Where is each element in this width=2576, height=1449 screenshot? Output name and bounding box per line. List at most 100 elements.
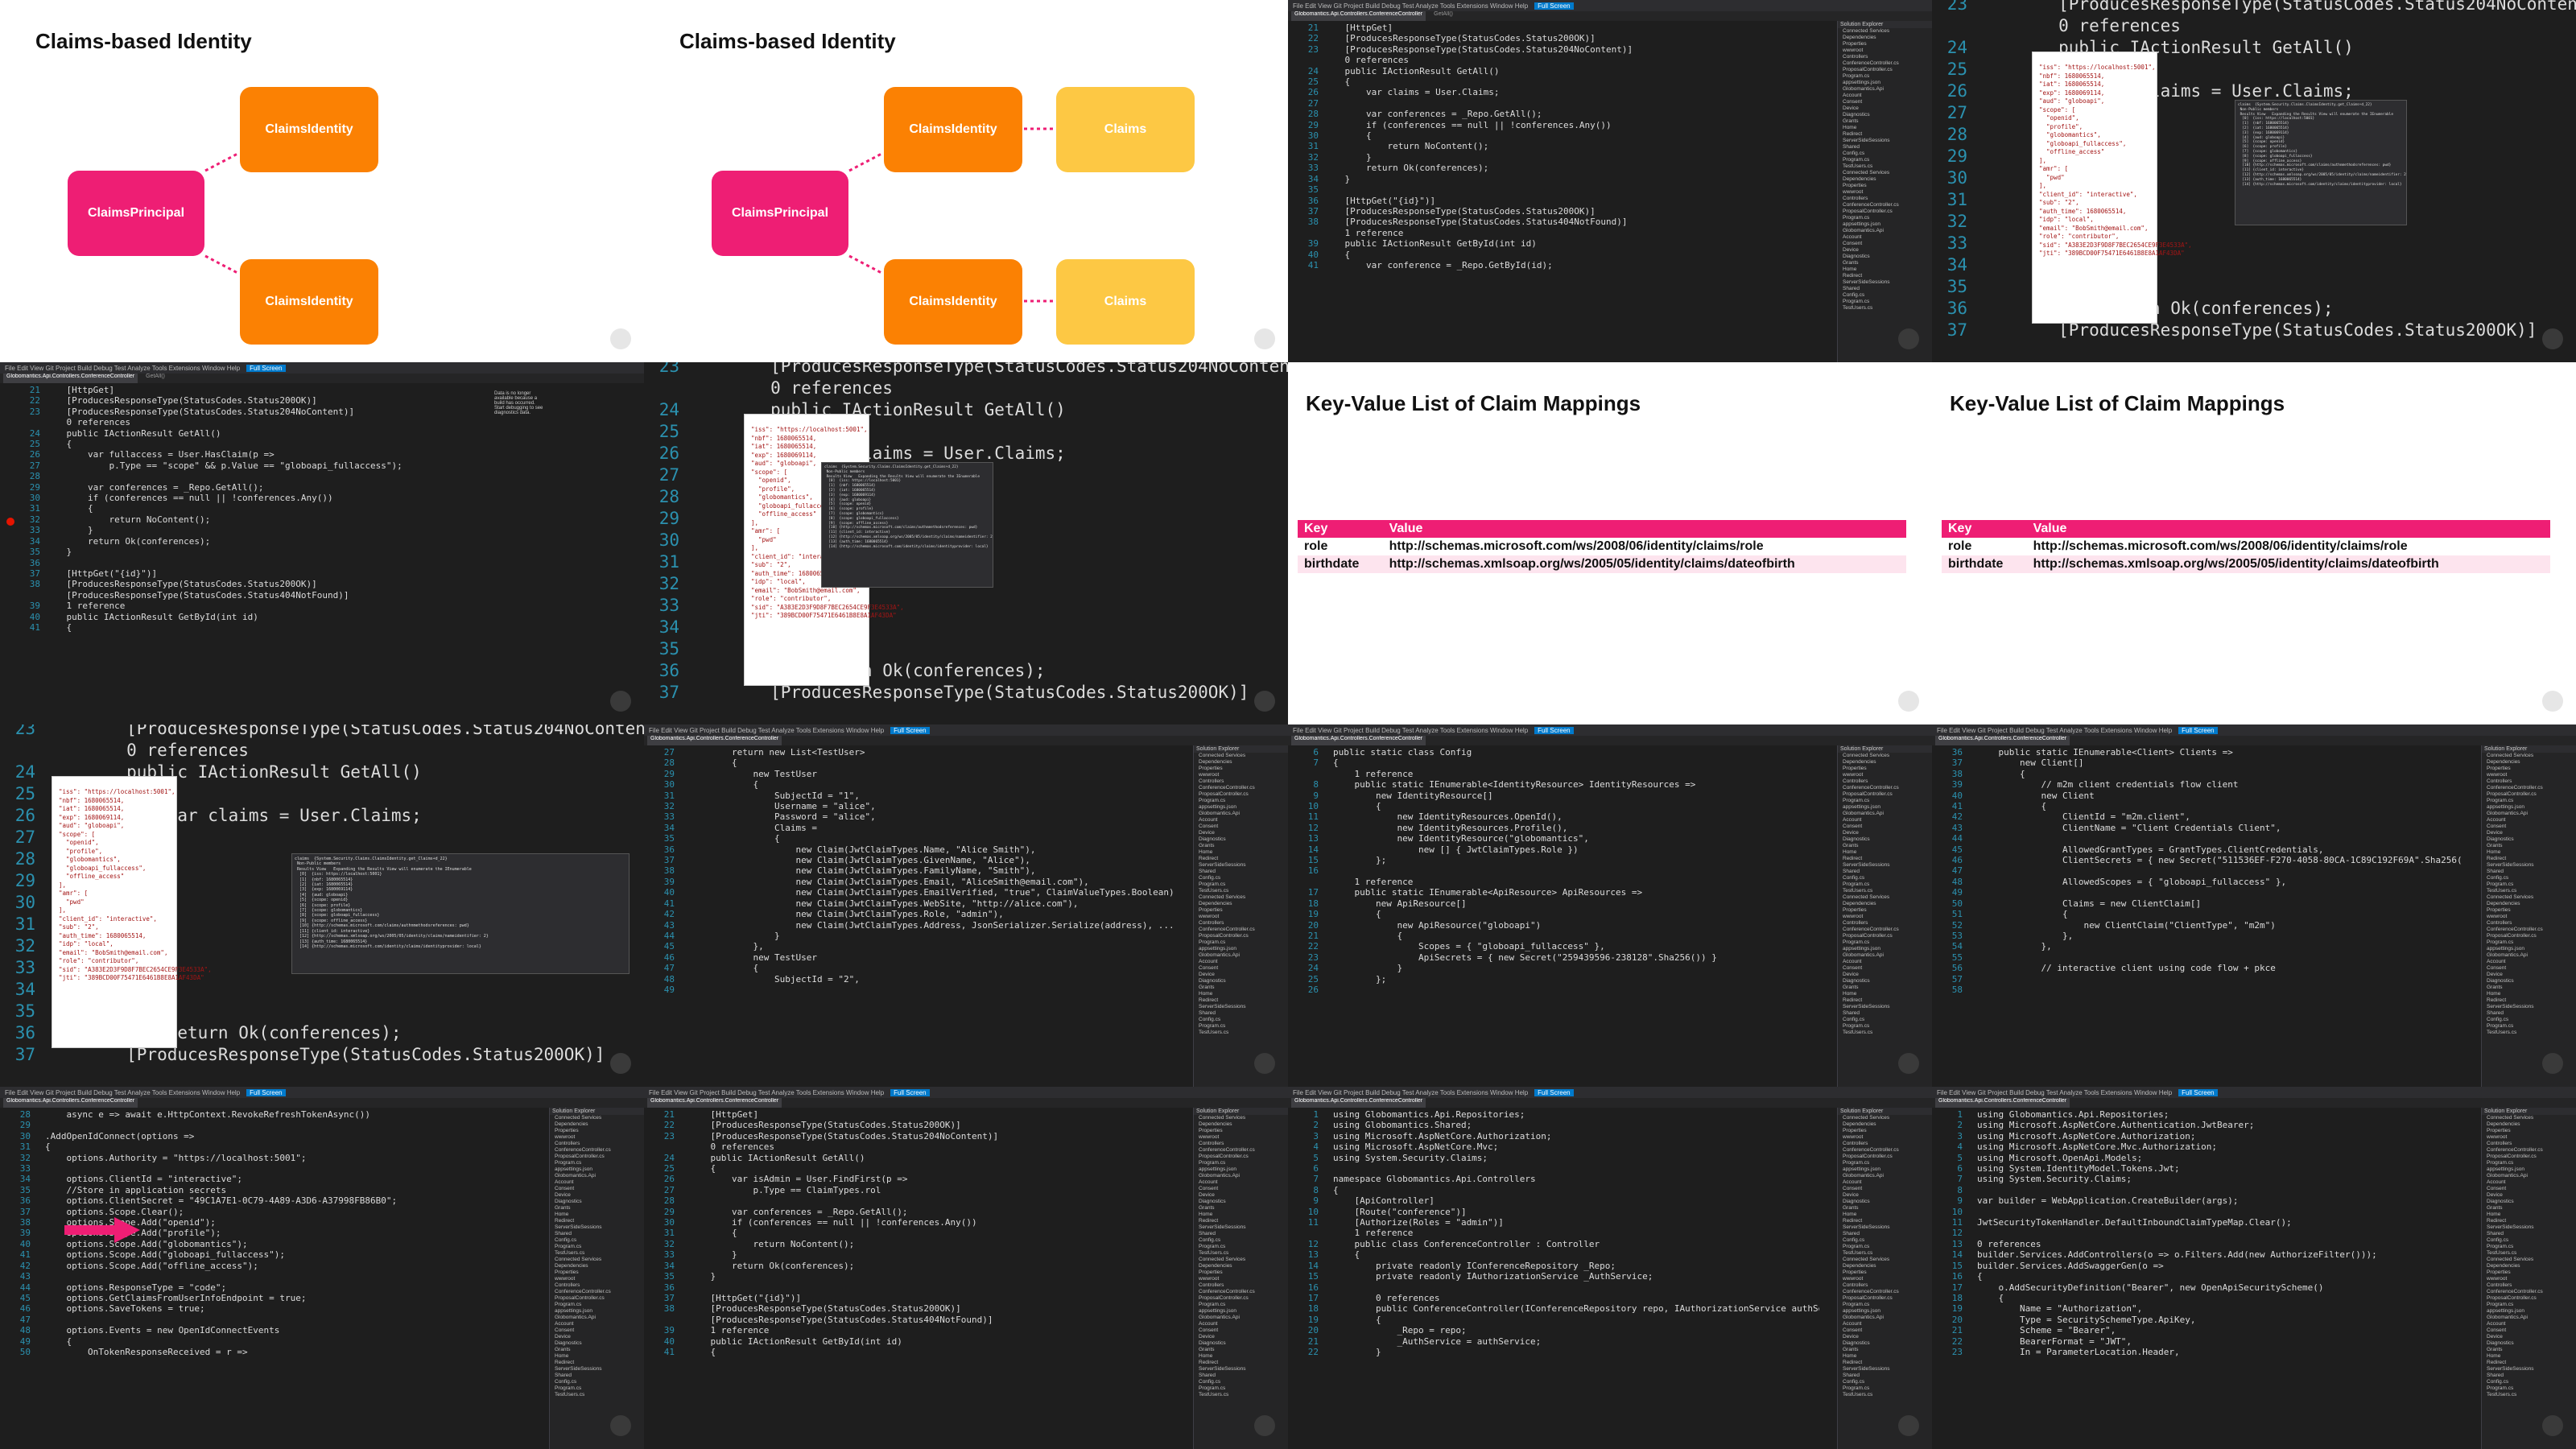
solution-item[interactable]: Dependencies: [2482, 1263, 2576, 1269]
solution-item[interactable]: Program.cs: [1194, 881, 1288, 888]
solution-item[interactable]: Redirect: [2482, 997, 2576, 1004]
solution-item[interactable]: Consent: [2482, 1327, 2576, 1334]
solution-item[interactable]: appsettings.json: [1838, 221, 1932, 228]
code-editor[interactable]: [HttpGet] [ProducesResponseType(StatusCo…: [45, 385, 486, 633]
solution-item[interactable]: ProposalController.cs: [550, 1295, 644, 1302]
solution-item[interactable]: Device: [2482, 972, 2576, 978]
solution-item[interactable]: Properties: [1838, 1269, 1932, 1276]
solution-item[interactable]: Consent: [2482, 824, 2576, 830]
solution-item[interactable]: Grants: [1838, 843, 1932, 849]
solution-item[interactable]: Consent: [550, 1327, 644, 1334]
solution-item[interactable]: ServerSideSessions: [1838, 1224, 1932, 1231]
solution-item[interactable]: Shared: [1838, 286, 1932, 292]
solution-item[interactable]: Diagnostics: [550, 1199, 644, 1205]
solution-item[interactable]: Home: [2482, 991, 2576, 997]
solution-item[interactable]: Device: [2482, 830, 2576, 836]
solution-item[interactable]: wwwroot: [2482, 914, 2576, 920]
solution-item[interactable]: wwwroot: [1194, 1134, 1288, 1141]
solution-item[interactable]: ProposalController.cs: [2482, 1295, 2576, 1302]
solution-item[interactable]: Diagnostics: [2482, 1199, 2576, 1205]
solution-item[interactable]: Globomantics.Api: [2482, 952, 2576, 959]
editor-tab[interactable]: Globomantics.Api.Controllers.ConferenceC…: [1291, 11, 1426, 21]
solution-item[interactable]: Redirect: [1838, 1360, 1932, 1366]
solution-item[interactable]: Redirect: [1838, 997, 1932, 1004]
solution-item[interactable]: appsettings.json: [1194, 1166, 1288, 1173]
solution-item[interactable]: Program.cs: [2482, 1160, 2576, 1166]
solution-item[interactable]: appsettings.json: [2482, 1308, 2576, 1315]
solution-item[interactable]: Program.cs: [2482, 1385, 2576, 1392]
solution-item[interactable]: Grants: [2482, 843, 2576, 849]
solution-tree[interactable]: Connected Services Dependencies Properties…: [1838, 28, 1932, 312]
solution-item[interactable]: wwwroot: [2482, 1134, 2576, 1141]
solution-item[interactable]: wwwroot: [550, 1134, 644, 1141]
solution-item[interactable]: Account: [1838, 1179, 1932, 1186]
solution-item[interactable]: Grants: [1838, 985, 1932, 991]
solution-item[interactable]: Controllers: [1194, 1141, 1288, 1147]
solution-item[interactable]: Diagnostics: [2482, 836, 2576, 843]
solution-item[interactable]: ConferenceController.cs: [1838, 785, 1932, 791]
solution-item[interactable]: ConferenceController.cs: [550, 1147, 644, 1154]
solution-item[interactable]: ProposalController.cs: [1194, 1295, 1288, 1302]
solution-item[interactable]: Controllers: [1194, 1282, 1288, 1289]
menu-items[interactable]: File Edit View Git Project Build Debug T…: [649, 727, 884, 734]
solution-item[interactable]: Redirect: [1838, 273, 1932, 279]
solution-item[interactable]: Properties: [1838, 907, 1932, 914]
solution-item[interactable]: Connected Services: [2482, 753, 2576, 759]
fullscreen-badge[interactable]: Full Screen: [1534, 2, 1574, 10]
menu-items[interactable]: File Edit View Git Project Build Debug T…: [649, 1089, 884, 1096]
solution-item[interactable]: appsettings.json: [550, 1166, 644, 1173]
solution-item[interactable]: Home: [1194, 1353, 1288, 1360]
solution-item[interactable]: appsettings.json: [2482, 946, 2576, 952]
solution-item[interactable]: Connected Services: [1838, 894, 1932, 901]
solution-item[interactable]: Shared: [1838, 869, 1932, 875]
solution-item[interactable]: TestUsers.cs: [2482, 1392, 2576, 1398]
solution-item[interactable]: Grants: [1194, 843, 1288, 849]
solution-item[interactable]: Config.cs: [1838, 1379, 1932, 1385]
solution-item[interactable]: ServerSideSessions: [2482, 862, 2576, 869]
solution-item[interactable]: Device: [1194, 1334, 1288, 1340]
solution-item[interactable]: Globomantics.Api: [2482, 1173, 2576, 1179]
solution-item[interactable]: ProposalController.cs: [1838, 933, 1932, 939]
solution-item[interactable]: appsettings.json: [1838, 1308, 1932, 1315]
solution-item[interactable]: Redirect: [1838, 1218, 1932, 1224]
solution-explorer[interactable]: Solution Explorer Connected Services Depen…: [1837, 21, 1932, 362]
solution-item[interactable]: Program.cs: [1838, 1160, 1932, 1166]
code-editor[interactable]: using Globomantics.Api.Repositories; usi…: [1977, 1109, 2463, 1357]
solution-item[interactable]: Controllers: [1838, 1141, 1932, 1147]
solution-item[interactable]: Program.cs: [1194, 939, 1288, 946]
solution-item[interactable]: ConferenceController.cs: [1194, 1289, 1288, 1295]
solution-item[interactable]: ServerSideSessions: [1838, 138, 1932, 144]
solution-item[interactable]: Shared: [1838, 1010, 1932, 1017]
solution-item[interactable]: Consent: [550, 1186, 644, 1192]
solution-item[interactable]: Config.cs: [2482, 1379, 2576, 1385]
menu-items[interactable]: File Edit View Git Project Build Debug T…: [1293, 1089, 1528, 1096]
solution-item[interactable]: Home: [1838, 849, 1932, 856]
solution-item[interactable]: wwwroot: [1194, 1276, 1288, 1282]
solution-item[interactable]: Device: [1838, 105, 1932, 112]
solution-item[interactable]: appsettings.json: [1194, 946, 1288, 952]
solution-explorer[interactable]: Solution Explorer Connected Services Depen…: [2481, 1108, 2576, 1449]
solution-item[interactable]: appsettings.json: [1194, 1308, 1288, 1315]
solution-item[interactable]: Config.cs: [1838, 875, 1932, 881]
solution-item[interactable]: Program.cs: [2482, 1302, 2576, 1308]
solution-item[interactable]: Home: [1838, 1212, 1932, 1218]
solution-item[interactable]: Program.cs: [550, 1302, 644, 1308]
solution-item[interactable]: Dependencies: [550, 1263, 644, 1269]
solution-item[interactable]: ServerSideSessions: [2482, 1224, 2576, 1231]
solution-item[interactable]: Diagnostics: [2482, 978, 2576, 985]
solution-explorer[interactable]: Solution Explorer Connected Services Depen…: [549, 1108, 644, 1449]
solution-item[interactable]: Diagnostics: [1194, 978, 1288, 985]
solution-item[interactable]: ServerSideSessions: [2482, 1366, 2576, 1373]
solution-item[interactable]: ServerSideSessions: [1194, 1224, 1288, 1231]
solution-item[interactable]: Grants: [550, 1347, 644, 1353]
solution-item[interactable]: Home: [2482, 849, 2576, 856]
solution-item[interactable]: Dependencies: [1838, 176, 1932, 183]
solution-item[interactable]: Account: [2482, 817, 2576, 824]
solution-item[interactable]: Program.cs: [1838, 881, 1932, 888]
solution-item[interactable]: Diagnostics: [1838, 254, 1932, 260]
solution-item[interactable]: ProposalController.cs: [1838, 208, 1932, 215]
solution-item[interactable]: ServerSideSessions: [1194, 1366, 1288, 1373]
solution-item[interactable]: Properties: [1838, 183, 1932, 189]
solution-item[interactable]: appsettings.json: [1838, 804, 1932, 811]
solution-item[interactable]: Redirect: [1838, 131, 1932, 138]
